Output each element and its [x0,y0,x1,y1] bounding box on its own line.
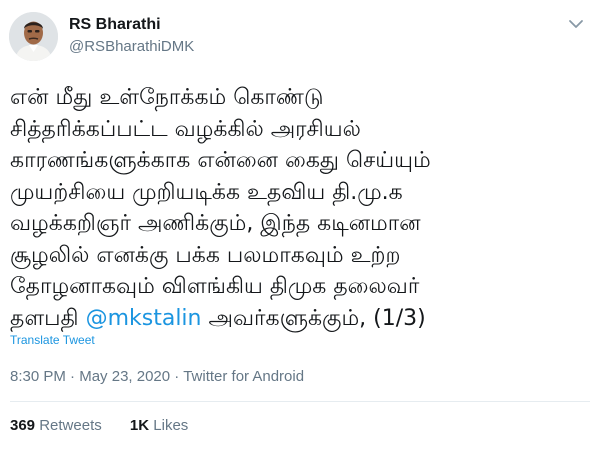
tweet-text: என் மீது உள்நோக்கம் கொண்டு சித்தரிக்கப்ப… [10,82,590,334]
retweets-stat[interactable]: 369 Retweets [10,417,102,434]
tweet-text-line: தோழனாகவும் விளங்கிய திமுக தலைவர் [10,274,420,299]
tweet-text-line: காரணங்களுக்காக என்னை கைது செய்யும் [10,148,431,173]
author-name[interactable]: RS Bharathi [69,16,161,34]
avatar[interactable] [9,12,58,61]
tweet-text-last-line: தளபதி @mkstalin அவர்களுக்கும், (1/3) [10,303,590,335]
tweet-text-line: என் மீது உள்நோக்கம் கொண்டு [10,85,324,110]
likes-stat[interactable]: 1K Likes [130,417,188,434]
tweet-date[interactable]: May 23, 2020 [79,368,170,385]
meta-separator: · [170,368,184,385]
tweet-time[interactable]: 8:30 PM [10,368,66,385]
author-handle[interactable]: @RSBharathiDMK [69,38,194,55]
divider [10,401,590,402]
retweets-label: Retweets [39,417,102,434]
tweet-stats: 369 Retweets 1K Likes [10,417,212,434]
tweet-text-line: வழக்கறிஞர் அணிக்கும், இந்த கடினமான [10,211,421,236]
tweet-text-line: முயற்சியை முறியடிக்க உதவிய தி.மு.க [10,179,403,205]
avatar-image [9,12,58,61]
retweets-count: 369 [10,417,36,434]
likes-label: Likes [153,417,189,434]
mention-link[interactable]: @mkstalin [86,306,202,331]
tweet-text-line: சூழலில் எனக்கு பக்க பலமாகவும் உற்ற [10,242,401,268]
tweet-text-suffix: அவர்களுக்கும், (1/3) [201,305,426,331]
tweet-card: RS Bharathi @RSBharathiDMK என் மீது உள்ந… [0,0,600,450]
tweet-meta: 8:30 PM · May 23, 2020 · Twitter for And… [10,368,304,385]
meta-separator: · [65,368,80,385]
translate-tweet-link[interactable]: Translate Tweet [10,333,95,347]
tweet-text-prefix: தளபதி [10,305,86,331]
likes-count: 1K [129,417,150,434]
tweet-text-line: சித்தரிக்கப்பட்ட வழக்கில் அரசியல் [10,116,361,142]
chevron-down-icon[interactable] [568,17,584,29]
tweet-source[interactable]: Twitter for Android [183,368,304,385]
